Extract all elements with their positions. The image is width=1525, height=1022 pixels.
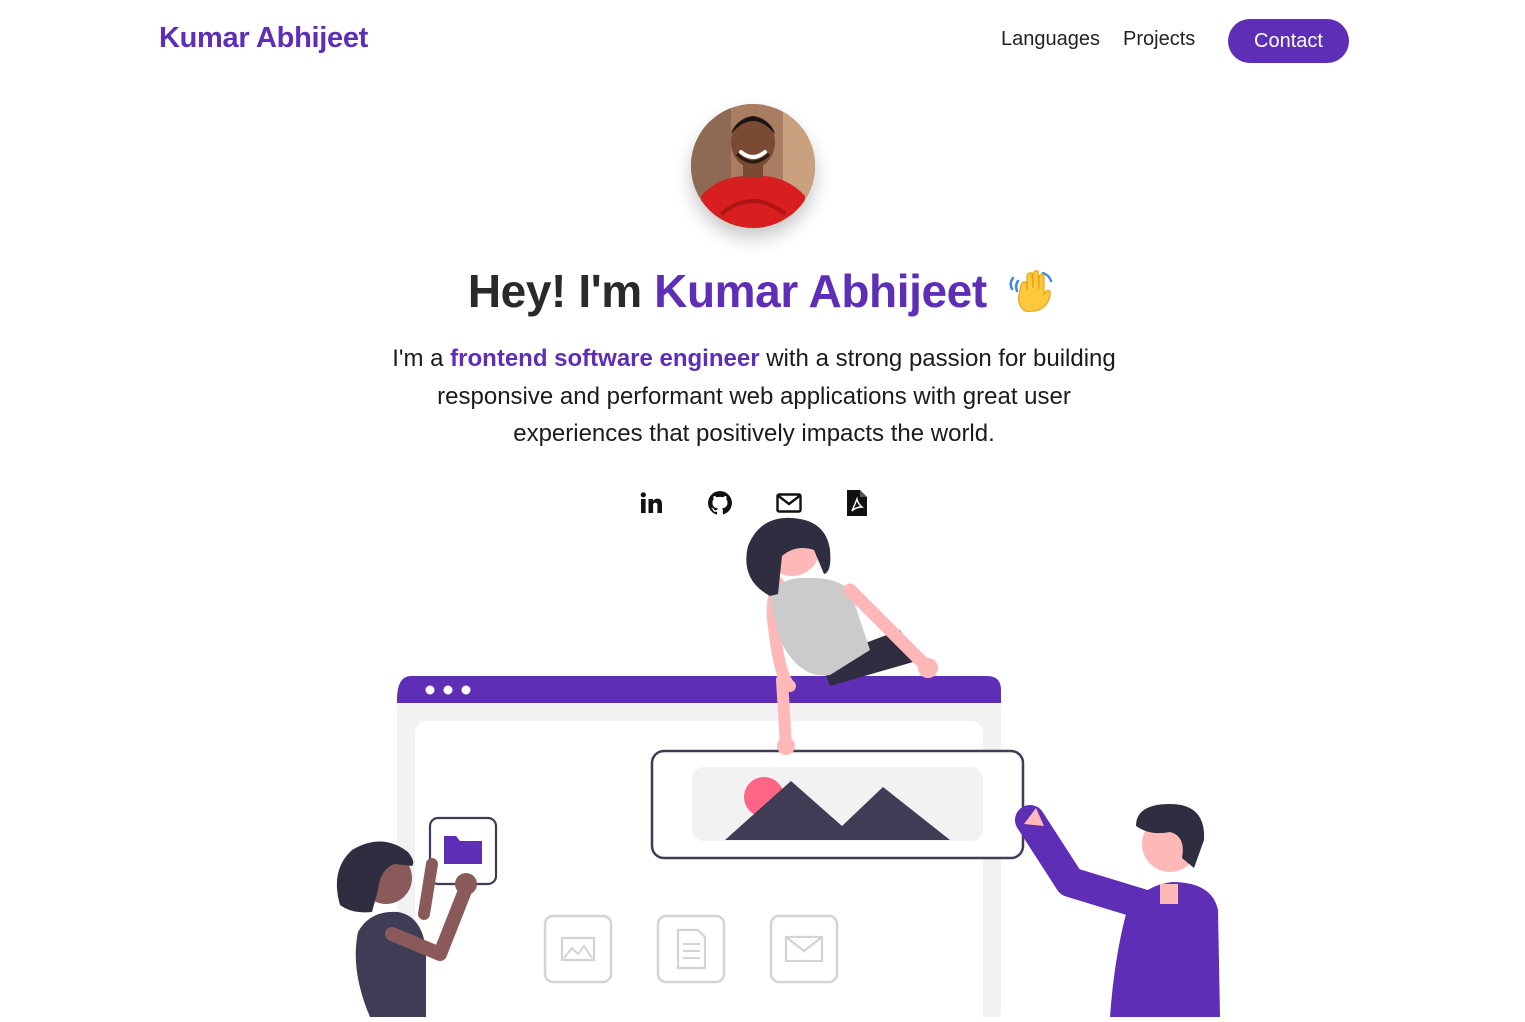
nav-languages-link[interactable]: Languages bbox=[1001, 28, 1100, 51]
floating-image-card bbox=[650, 749, 1025, 860]
waving-hand-icon bbox=[1007, 267, 1057, 324]
greeting-text: Hey! I'm bbox=[467, 265, 642, 317]
man-right-pointing bbox=[1015, 804, 1220, 1017]
nav-projects-link[interactable]: Projects bbox=[1123, 28, 1195, 51]
hero-name: Kumar Abhijeet bbox=[654, 265, 987, 317]
brand-logo-text[interactable]: Kumar Abhijeet bbox=[159, 22, 368, 55]
gallery-image-icon bbox=[543, 914, 613, 984]
intro-highlight: frontend software engineer bbox=[450, 345, 760, 372]
envelope-icon bbox=[769, 914, 839, 984]
profile-avatar bbox=[691, 104, 815, 228]
intro-paragraph: I'm a frontend software engineer with a … bbox=[370, 340, 1138, 453]
hero-illustration bbox=[330, 510, 1230, 1022]
intro-prefix: I'm a bbox=[392, 345, 451, 372]
contact-button[interactable]: Contact bbox=[1228, 19, 1349, 63]
document-icon bbox=[656, 914, 726, 984]
hero-headline: Hey! I'm Kumar Abhijeet bbox=[0, 264, 1525, 324]
top-navigation: Kumar Abhijeet Languages Projects Contac… bbox=[0, 0, 1525, 84]
